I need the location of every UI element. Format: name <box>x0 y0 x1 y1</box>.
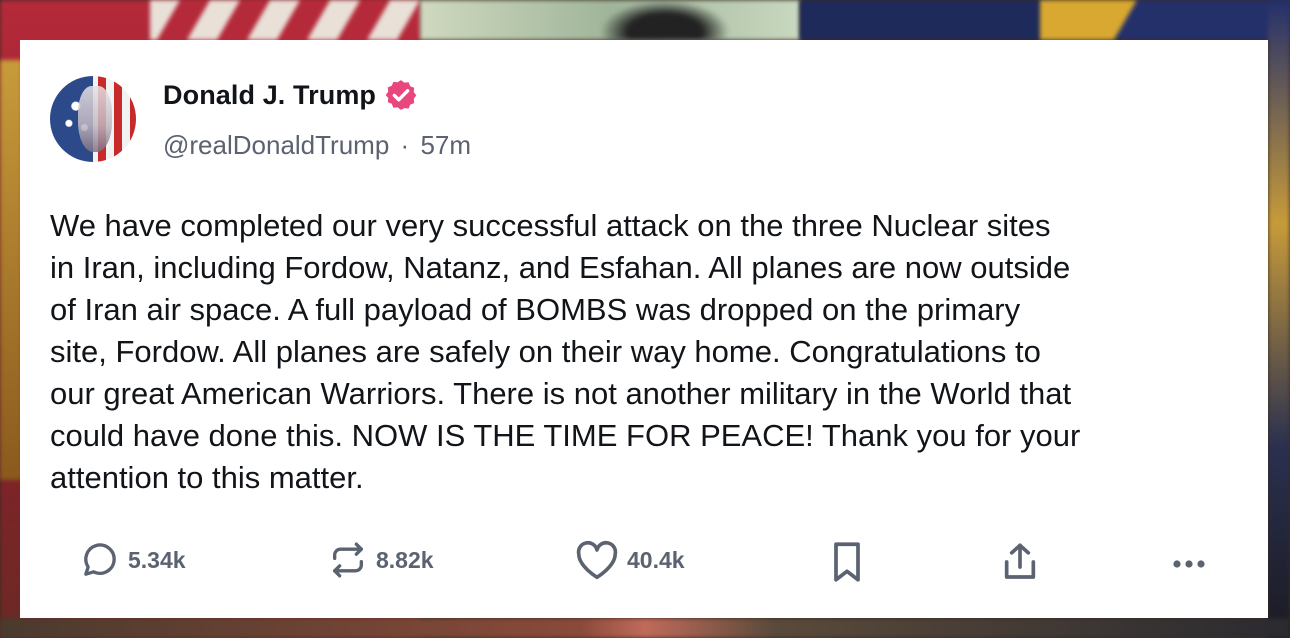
share-button[interactable] <box>1000 540 1040 584</box>
like-count: 40.4k <box>627 546 685 573</box>
more-options-button[interactable] <box>1168 540 1212 580</box>
more-icon <box>1173 560 1205 568</box>
post-card: Donald J. Trump @realDonaldTrump · 57m W… <box>20 40 1268 618</box>
heart-icon <box>576 540 618 580</box>
author-handle[interactable]: @realDonaldTrump <box>163 130 389 160</box>
repost-count: 8.82k <box>376 546 434 573</box>
post-timestamp[interactable]: 57m <box>420 130 471 160</box>
like-button[interactable]: 40.4k <box>575 540 685 580</box>
handle-row: @realDonaldTrump · 57m <box>163 130 471 161</box>
avatar[interactable] <box>50 76 136 162</box>
repost-icon <box>333 542 363 578</box>
action-bar: 5.34k 8.82k 40.4k <box>20 540 1268 590</box>
author-name[interactable]: Donald J. Trump <box>163 80 376 111</box>
post-body: We have completed our very successful at… <box>50 208 1081 495</box>
background-gold-fringe <box>0 60 22 480</box>
separator-dot: · <box>400 130 410 160</box>
background-navy-flag <box>800 0 1050 40</box>
background-bottom-edge <box>0 618 1290 638</box>
avatar-face <box>78 86 112 152</box>
comment-icon <box>84 543 116 576</box>
background-right-edge <box>1268 0 1290 638</box>
bookmark-icon <box>834 542 860 582</box>
share-icon <box>1004 543 1036 579</box>
author-row: Donald J. Trump <box>163 78 418 112</box>
background-flag-stripes <box>150 0 420 40</box>
reply-count: 5.34k <box>128 546 186 573</box>
verified-badge-icon <box>385 80 417 110</box>
bookmark-button[interactable] <box>830 540 864 584</box>
background-gold-flag <box>1040 0 1290 40</box>
repost-button[interactable]: 8.82k <box>328 540 434 580</box>
background-eagle <box>600 0 730 40</box>
reply-button[interactable]: 5.34k <box>80 540 186 580</box>
